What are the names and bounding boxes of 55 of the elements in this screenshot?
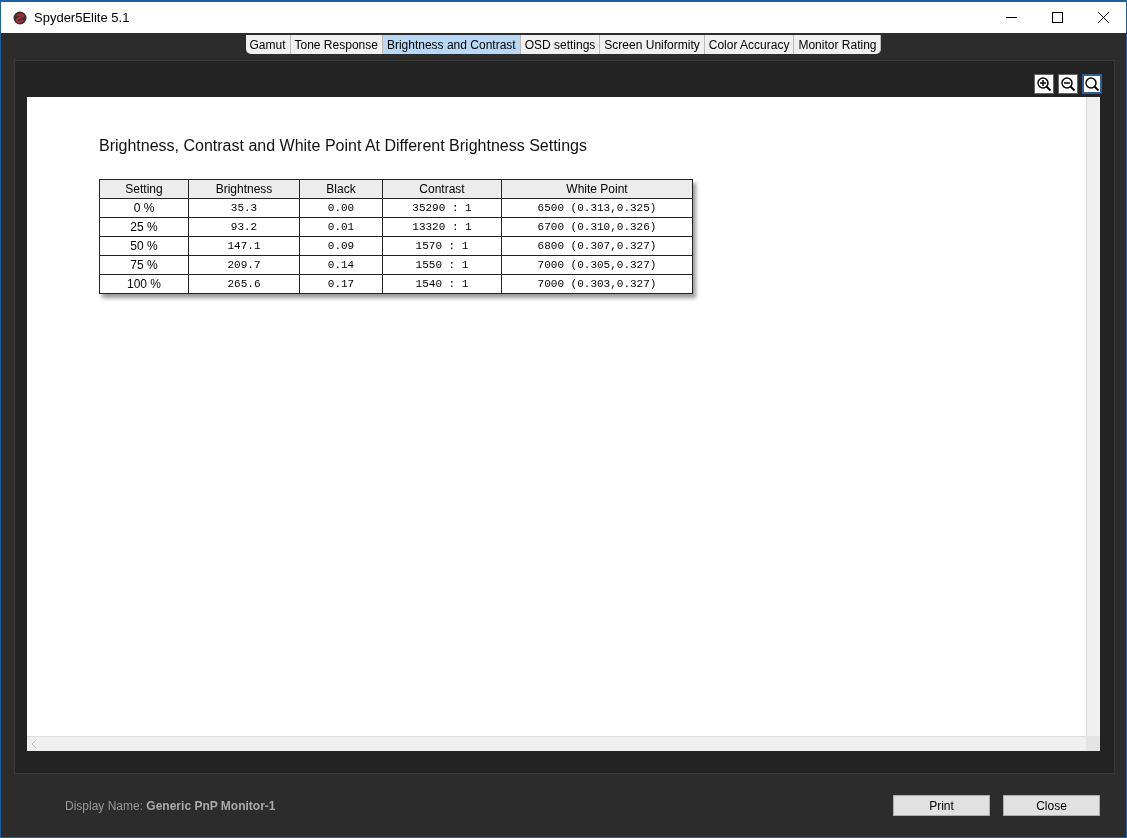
tab[interactable]: OSD settings [520,35,601,54]
table-cell: 100 % [99,274,189,294]
vertical-scrollbar[interactable] [1086,97,1100,736]
table-cell: 0.14 [299,255,383,275]
table-cell: 147.1 [188,236,300,256]
table-cell: 0 % [99,198,189,218]
table-cell: 6700 (0.310,0.326) [501,217,693,237]
table-cell: 13320 : 1 [382,217,502,237]
table-cell: 25 % [99,217,189,237]
app-logo-icon [13,10,27,25]
table-cell: 1540 : 1 [382,274,502,294]
maximize-icon [1051,12,1063,23]
column-header: Contrast [382,179,502,199]
footer-button[interactable]: Close [1003,795,1100,816]
zoom-button[interactable] [1034,74,1054,94]
table-cell: 0.00 [299,198,383,218]
table-cell: 209.7 [188,255,300,275]
scroll-left-icon[interactable] [31,740,37,748]
table-cell: 0.09 [299,236,383,256]
table-cell: 0.01 [299,217,383,237]
window-title: Spyder5Elite 5.1 [34,10,131,25]
table-cell: 75 % [99,255,189,275]
table-cell: 7000 (0.305,0.327) [501,255,693,275]
table-cell: 93.2 [188,217,300,237]
column-header: Brightness [188,179,300,199]
zoom-in-icon [1036,76,1052,92]
tab[interactable]: Tone Response [290,35,383,54]
search-icon [1084,76,1100,92]
tab[interactable]: Monitor Rating [794,35,882,54]
tab[interactable]: Screen Uniformity [600,35,705,54]
table-cell: 1570 : 1 [382,236,502,256]
table-cell: 265.6 [188,274,300,294]
close-icon [1097,12,1109,23]
zoom-button[interactable] [1082,74,1102,94]
display-name: Display Name: Generic PnP Monitor-1 [65,798,277,813]
table-cell: 35.3 [188,198,300,218]
table-cell: 6800 (0.307,0.327) [501,236,693,256]
zoom-out-icon [1060,76,1076,92]
tab[interactable]: Color Accuracy [704,35,795,54]
table-cell: 7000 (0.303,0.327) [501,274,693,294]
column-header: White Point [501,179,693,199]
tab[interactable]: Brightness and Contrast [382,35,521,54]
table-cell: 0.17 [299,274,383,294]
horizontal-scrollbar[interactable] [27,736,1086,751]
footer-button[interactable]: Print [893,795,990,816]
tab[interactable]: Gamut [245,35,291,54]
scrollbar-corner [1086,736,1100,751]
table-cell: 50 % [99,236,189,256]
column-header: Black [299,179,383,199]
table-cell: 35290 : 1 [382,198,502,218]
report-heading: Brightness, Contrast and White Point At Different Brightness Settings [99,137,588,155]
table-cell: 1550 : 1 [382,255,502,275]
table-cell: 6500 (0.313,0.325) [501,198,693,218]
zoom-button[interactable] [1058,74,1078,94]
column-header: Setting [99,179,189,199]
